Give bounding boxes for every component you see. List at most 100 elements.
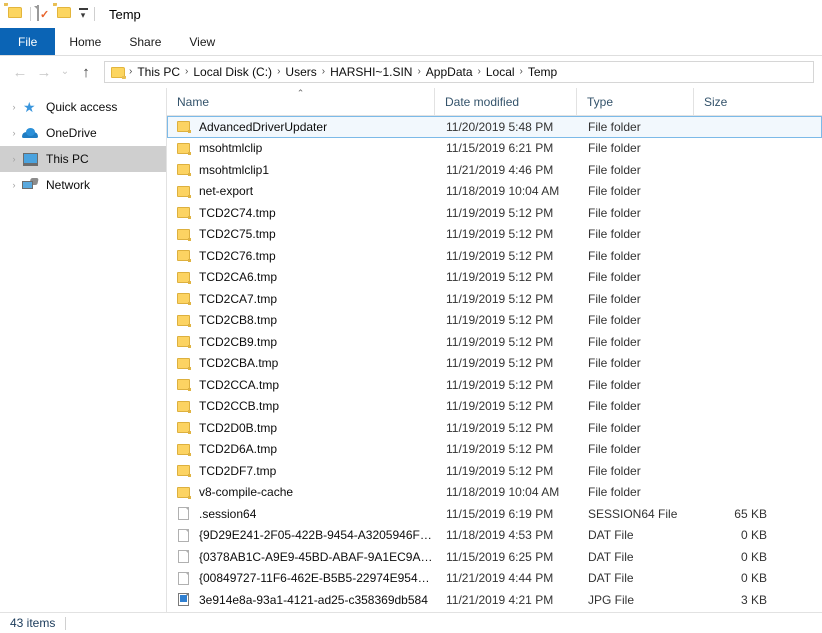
forward-button[interactable]: → (32, 60, 56, 84)
column-header-label: Date modified (445, 95, 519, 109)
table-row[interactable]: {0378AB1C-A9E9-45BD-ABAF-9A1EC9AF...11/1… (167, 546, 822, 568)
file-name-label: 3e914e8a-93a1-4121-ad25-c358369db584 (199, 593, 428, 607)
sidebar-item-onedrive[interactable]: › OneDrive (0, 120, 166, 146)
file-type-cell: File folder (578, 464, 695, 478)
sidebar-item-network[interactable]: › Network (0, 172, 166, 198)
table-row[interactable]: TCD2CA6.tmp11/19/2019 5:12 PMFile folder (167, 267, 822, 289)
table-row[interactable] (167, 611, 822, 613)
table-row[interactable]: TCD2C76.tmp11/19/2019 5:12 PMFile folder (167, 245, 822, 267)
date-modified-cell: 11/19/2019 5:12 PM (436, 292, 578, 306)
file-name-label: {00849727-11F6-462E-B5B5-22974E9542E... (199, 571, 436, 585)
table-row[interactable]: .session6411/15/2019 6:19 PMSESSION64 Fi… (167, 503, 822, 525)
breadcrumb-item-user[interactable]: HARSHI~1.SIN (326, 62, 416, 82)
cloud-icon (22, 125, 40, 141)
table-row[interactable]: v8-compile-cache11/18/2019 10:04 AMFile … (167, 482, 822, 504)
table-row[interactable]: TCD2D6A.tmp11/19/2019 5:12 PMFile folder (167, 439, 822, 461)
column-header-date-modified[interactable]: Date modified (435, 88, 577, 115)
column-header-label: Type (587, 95, 613, 109)
file-name-label: TCD2CCA.tmp (199, 378, 279, 392)
file-size-cell: 0 KB (695, 571, 779, 585)
folder-icon[interactable] (8, 6, 24, 22)
properties-icon[interactable]: ✓ (37, 6, 53, 22)
table-row[interactable]: TCD2C75.tmp11/19/2019 5:12 PMFile folder (167, 224, 822, 246)
file-type-cell: File folder (578, 249, 695, 263)
breadcrumb-item-this-pc[interactable]: This PC (133, 62, 184, 82)
table-row[interactable]: {9D29E241-2F05-422B-9454-A3205946F22...1… (167, 525, 822, 547)
file-type-cell: File folder (578, 356, 695, 370)
file-name-label: TCD2DF7.tmp (199, 464, 276, 478)
up-button[interactable]: ↑ (74, 60, 98, 84)
folder-icon (176, 334, 192, 349)
sidebar-item-this-pc[interactable]: › This PC (0, 146, 166, 172)
date-modified-cell: 11/19/2019 5:12 PM (436, 313, 578, 327)
folder-icon (176, 184, 192, 199)
file-name-label: TCD2CA6.tmp (199, 270, 277, 284)
address-bar: ← → ⌄ ↑ › This PC › Local Disk (C:) › Us… (0, 56, 822, 88)
table-row[interactable]: TCD2C74.tmp11/19/2019 5:12 PMFile folder (167, 202, 822, 224)
recent-locations-button[interactable]: ⌄ (56, 60, 74, 84)
table-row[interactable]: TCD2DF7.tmp11/19/2019 5:12 PMFile folder (167, 460, 822, 482)
chevron-right-icon[interactable]: › (6, 181, 22, 190)
file-type-cell: File folder (578, 163, 695, 177)
table-row[interactable]: TCD2CB9.tmp11/19/2019 5:12 PMFile folder (167, 331, 822, 353)
file-name-label: TCD2CB8.tmp (199, 313, 277, 327)
folder-icon (176, 141, 192, 156)
main-area: › ★ Quick access › OneDrive › This PC › … (0, 88, 822, 612)
file-name-cell: TCD2CCA.tmp (168, 377, 436, 392)
folder-icon (176, 485, 192, 500)
file-name-label: TCD2D0B.tmp (199, 421, 277, 435)
network-icon (22, 177, 40, 193)
tab-share[interactable]: Share (115, 28, 175, 55)
breadcrumb[interactable]: › This PC › Local Disk (C:) › Users › HA… (104, 61, 814, 83)
file-name-label: TCD2C74.tmp (199, 206, 276, 220)
table-row[interactable]: msohtmlclip111/21/2019 4:46 PMFile folde… (167, 159, 822, 181)
tab-home[interactable]: Home (55, 28, 115, 55)
file-type-cell: File folder (578, 378, 695, 392)
file-name-cell: TCD2C76.tmp (168, 248, 436, 263)
table-row[interactable]: msohtmlclip11/15/2019 6:21 PMFile folder (167, 138, 822, 160)
file-name-label: {9D29E241-2F05-422B-9454-A3205946F22... (199, 528, 436, 542)
table-row[interactable]: {00849727-11F6-462E-B5B5-22974E9542E...1… (167, 568, 822, 590)
file-name-cell: 3e914e8a-93a1-4121-ad25-c358369db584 (168, 592, 436, 607)
folder-icon (176, 162, 192, 177)
file-name-label: {0378AB1C-A9E9-45BD-ABAF-9A1EC9AF... (199, 550, 436, 564)
breadcrumb-item-users[interactable]: Users (281, 62, 320, 82)
table-row[interactable]: TCD2D0B.tmp11/19/2019 5:12 PMFile folder (167, 417, 822, 439)
file-name-label: msohtmlclip (199, 141, 262, 155)
column-header-size[interactable]: Size (694, 88, 778, 115)
table-row[interactable]: TCD2CCA.tmp11/19/2019 5:12 PMFile folder (167, 374, 822, 396)
file-name-cell: TCD2CA6.tmp (168, 270, 436, 285)
column-header-label: Size (704, 95, 727, 109)
file-type-cell: DAT File (578, 550, 695, 564)
chevron-down-icon[interactable]: ▾ (79, 8, 88, 20)
file-type-cell: SESSION64 File (578, 507, 695, 521)
table-row[interactable]: TCD2CCB.tmp11/19/2019 5:12 PMFile folder (167, 396, 822, 418)
column-header-type[interactable]: Type (577, 88, 694, 115)
file-type-cell: File folder (578, 120, 695, 134)
column-header-name[interactable]: ⌃ Name (167, 88, 435, 115)
table-row[interactable]: TCD2CA7.tmp11/19/2019 5:12 PMFile folder (167, 288, 822, 310)
table-row[interactable]: net-export11/18/2019 10:04 AMFile folder (167, 181, 822, 203)
chevron-right-icon[interactable]: › (6, 103, 22, 112)
tab-file[interactable]: File (0, 28, 55, 55)
status-bar: 43 items (0, 612, 822, 633)
breadcrumb-item-appdata[interactable]: AppData (422, 62, 477, 82)
table-row[interactable]: 3e914e8a-93a1-4121-ad25-c358369db58411/2… (167, 589, 822, 611)
chevron-right-icon[interactable]: › (6, 155, 22, 164)
new-folder-icon[interactable] (57, 6, 73, 22)
breadcrumb-item-local[interactable]: Local (482, 62, 519, 82)
breadcrumb-item-local-disk[interactable]: Local Disk (C:) (189, 62, 276, 82)
table-row[interactable]: TCD2CBA.tmp11/19/2019 5:12 PMFile folder (167, 353, 822, 375)
file-name-label: v8-compile-cache (199, 485, 293, 499)
date-modified-cell: 11/19/2019 5:12 PM (436, 227, 578, 241)
chevron-right-icon[interactable]: › (6, 129, 22, 138)
table-row[interactable]: AdvancedDriverUpdater11/20/2019 5:48 PMF… (167, 116, 822, 138)
tab-view[interactable]: View (175, 28, 229, 55)
back-button[interactable]: ← (8, 60, 32, 84)
breadcrumb-item-temp[interactable]: Temp (524, 62, 561, 82)
file-size-cell: 0 KB (695, 550, 779, 564)
sidebar-item-quick-access[interactable]: › ★ Quick access (0, 94, 166, 120)
file-name-cell: TCD2CB8.tmp (168, 313, 436, 328)
table-row[interactable]: TCD2CB8.tmp11/19/2019 5:12 PMFile folder (167, 310, 822, 332)
date-modified-cell: 11/21/2019 4:44 PM (436, 571, 578, 585)
